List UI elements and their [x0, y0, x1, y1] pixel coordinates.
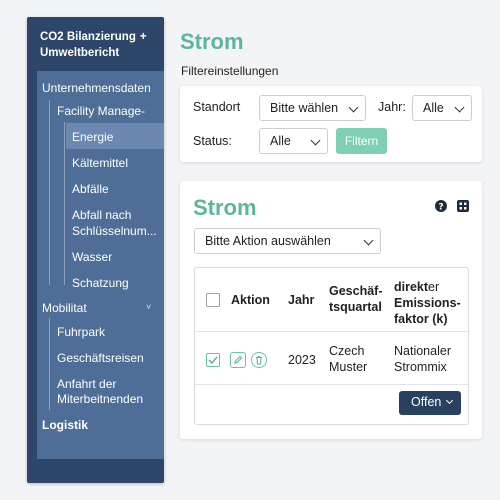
chevron-down-icon: [454, 102, 465, 113]
grid-settings-icon[interactable]: [456, 199, 470, 213]
tree-line: [64, 122, 65, 285]
status-select-value: Alle: [270, 134, 291, 148]
edit-button[interactable]: [230, 352, 246, 368]
sidebar-title-line2: Umweltbericht: [40, 47, 120, 59]
status-select[interactable]: Alle: [259, 128, 328, 154]
sidebar-item-mobilitat[interactable]: Mobilitat: [42, 301, 87, 316]
standort-label: Standort: [193, 100, 241, 114]
sidebar-item-kaeltemittel[interactable]: Kältemittel: [72, 156, 128, 171]
tree-line: [49, 318, 50, 410]
chevron-down-icon: [310, 135, 321, 146]
jahr-label: Jahr:: [378, 100, 406, 114]
page-title: Strom: [180, 29, 244, 54]
sidebar-item-logistik[interactable]: Logistik: [42, 418, 88, 433]
standort-select[interactable]: Bitte wählen: [259, 95, 366, 121]
col-header-faktor-line1: direkter: [394, 279, 439, 295]
col-header-faktor-line1-rest: er: [428, 280, 440, 294]
row-faktor-line1: Nationaler: [394, 344, 451, 358]
col-header-jahr: Jahr: [288, 293, 315, 307]
chevron-down-icon[interactable]: ˅: [146, 302, 151, 312]
sidebar-item-unternehmensdaten[interactable]: Unternehmensdaten: [42, 81, 151, 96]
action-select[interactable]: Bitte Aktion auswählen: [194, 228, 381, 254]
row-quartal-line1: Czech: [329, 344, 365, 358]
standort-select-value: Bitte wählen: [270, 101, 339, 115]
check-icon: [208, 356, 218, 365]
row-jahr: 2023: [288, 353, 316, 367]
row-checkbox[interactable]: [206, 353, 220, 367]
sidebar-item-wasser[interactable]: Wasser: [72, 250, 112, 265]
col-header-faktor-line1-bold: direkt: [394, 280, 429, 294]
sidebar-item-abfall-nach-line2[interactable]: Schlüsselnum...: [72, 224, 157, 239]
sidebar-item-abfall-nach-line1[interactable]: Abfall nach: [72, 208, 131, 223]
row-faktor-line2: Strommix: [394, 360, 447, 374]
sidebar-item-energie[interactable]: Energie: [72, 130, 113, 145]
offen-button-label: Offen: [411, 395, 442, 409]
status-label: Status:: [193, 134, 232, 148]
offen-button[interactable]: Offen: [399, 391, 461, 415]
action-select-value: Bitte Aktion auswählen: [205, 234, 331, 248]
chevron-down-icon: [445, 396, 454, 405]
col-header-faktor-line3: faktor (k): [394, 312, 448, 326]
sidebar-item-geschaeftsreisen[interactable]: Geschäftsreisen: [57, 351, 144, 366]
pencil-icon: [234, 355, 243, 364]
table-divider: [195, 384, 468, 385]
jahr-select-value: Alle: [423, 101, 444, 115]
col-header-aktion: Aktion: [231, 293, 270, 307]
sidebar-item-anfahrt-line2[interactable]: Miterbeitnenden: [57, 392, 143, 407]
sidebar-item-anfahrt-line1[interactable]: Anfahrt der: [57, 377, 116, 392]
table-divider: [195, 331, 468, 332]
col-header-faktor-line2: Emissions-: [394, 296, 461, 310]
sidebar-item-schatzung[interactable]: Schatzung: [72, 276, 129, 291]
filter-heading: Filtereinstellungen: [181, 64, 279, 78]
help-icon[interactable]: ?: [434, 199, 448, 213]
sidebar-title-line1: CO2 Bilanzierung: [40, 31, 136, 43]
col-header-quartal-line1: Geschäf-: [329, 284, 383, 298]
col-header-quartal-line2: tsquartal: [329, 300, 382, 314]
select-all-checkbox[interactable]: [206, 293, 220, 307]
trash-icon: [256, 355, 262, 365]
tree-line: [49, 100, 50, 285]
svg-text:?: ?: [438, 202, 443, 212]
table-card-title: Strom: [193, 195, 257, 220]
chevron-down-icon: [363, 235, 374, 246]
sidebar-item-abfaelle[interactable]: Abfälle: [72, 182, 109, 197]
delete-button[interactable]: [251, 352, 267, 368]
filter-button[interactable]: Filtern: [336, 128, 387, 154]
sidebar-header[interactable]: CO2 Bilanzierung + Umweltbericht: [27, 17, 164, 71]
sidebar-item-fuhrpark[interactable]: Fuhrpark: [57, 325, 105, 340]
jahr-select[interactable]: Alle: [412, 95, 472, 121]
row-quartal-line2: Muster: [329, 360, 368, 374]
sidebar-title-plus: +: [139, 31, 147, 43]
chevron-down-icon: [348, 102, 359, 113]
sidebar-item-facility-management[interactable]: Facility Manage-: [57, 104, 145, 119]
